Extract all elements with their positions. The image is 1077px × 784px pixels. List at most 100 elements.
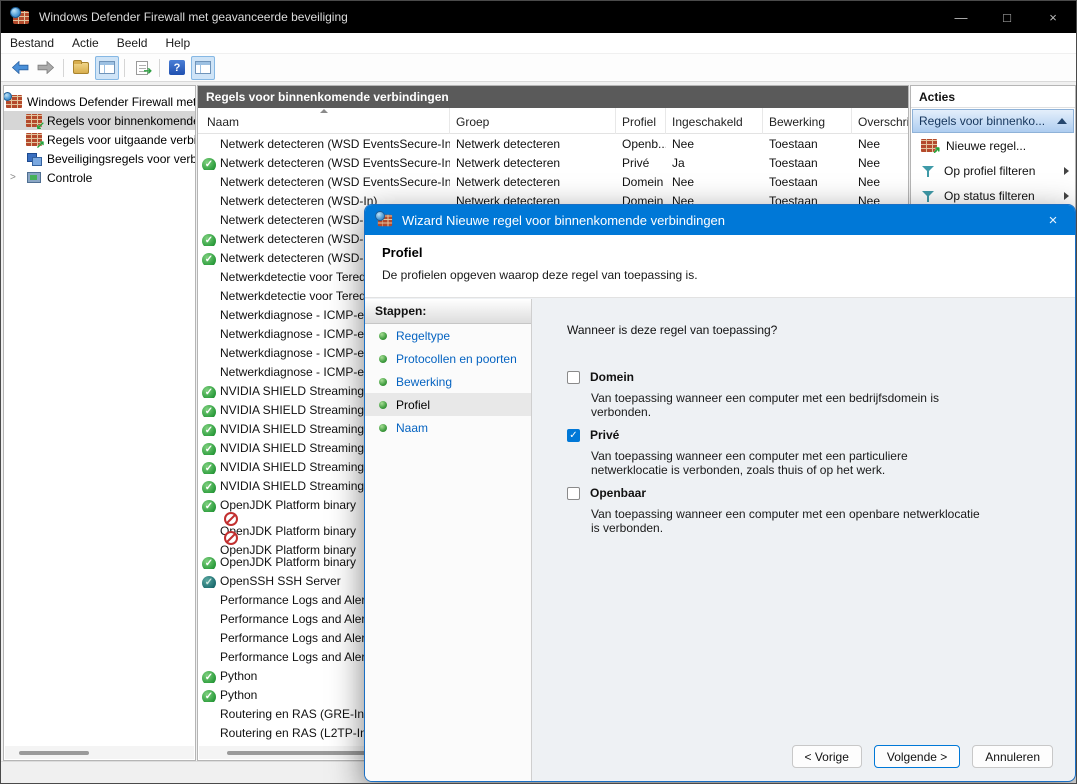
tree-root-label: Windows Defender Firewall met geavanceer… xyxy=(27,94,195,109)
back-button[interactable] xyxy=(8,56,32,80)
allowed-rule-icon xyxy=(202,670,216,683)
list-panel-header: Regels voor binnenkomende verbindingen xyxy=(198,86,908,108)
tree-node-monitoring[interactable]: > Controle xyxy=(4,168,195,187)
wizard-step-regeltype[interactable]: Regeltype xyxy=(365,324,531,347)
wizard-step-bewerking[interactable]: Bewerking xyxy=(365,370,531,393)
tree-security-icon xyxy=(26,152,42,166)
menu-item-actie[interactable]: Actie xyxy=(63,33,108,54)
blocked-rule-icon xyxy=(224,511,238,526)
tree-scrollbar-thumb[interactable] xyxy=(19,751,89,755)
action-item-label: Op profiel filteren xyxy=(944,163,1036,178)
column-header-groep[interactable]: Groep xyxy=(450,107,616,134)
step-bullet-icon xyxy=(379,354,387,363)
next-wizard-button[interactable]: Volgende > xyxy=(873,745,961,768)
profile-option-domein[interactable]: Domein xyxy=(567,370,1075,384)
option-label: Openbaar xyxy=(590,486,647,500)
toolbar-separator xyxy=(124,58,125,77)
title-bar: Windows Defender Firewall met geavanceer… xyxy=(1,1,1076,33)
help-button[interactable]: ? xyxy=(165,56,189,80)
wizard-step-protocollen-en-poorten[interactable]: Protocollen en poorten xyxy=(365,347,531,370)
console-tree-panel: Windows Defender Firewall met geavanceer… xyxy=(3,85,196,761)
rule-name: Netwerk detecteren (WSD-In) xyxy=(220,212,378,227)
rule-name: Netwerk detecteren (WSD EventsSecure-In) xyxy=(220,155,450,170)
cell-overschrijven: Nee xyxy=(858,155,881,170)
rule-name: Netwerk detecteren (WSD EventsSecure-In) xyxy=(220,174,450,189)
rule-name: Performance Logs and Alert xyxy=(220,630,369,645)
domein-checkbox[interactable] xyxy=(567,370,580,384)
column-header-bewerking[interactable]: Bewerking xyxy=(763,107,852,134)
submenu-arrow-icon xyxy=(1064,166,1069,175)
tree-outbound-icon: ↗ xyxy=(26,133,45,149)
cancel-wizard-button[interactable]: Annuleren xyxy=(972,745,1053,768)
openbaar-checkbox[interactable] xyxy=(567,486,580,500)
step-label: Protocollen en poorten xyxy=(396,351,517,366)
cell-groep: Netwerk detecteren xyxy=(456,155,561,170)
rule-name: Python xyxy=(220,687,258,702)
back-wizard-button[interactable]: < Vorige xyxy=(791,745,862,768)
close-button[interactable]: × xyxy=(1030,1,1076,33)
step-bullet-icon xyxy=(379,423,387,432)
tree-horizontal-scrollbar[interactable] xyxy=(5,746,194,759)
table-row[interactable]: Netwerk detecteren (WSD EventsSecure-In)… xyxy=(198,153,908,172)
menu-item-bestand[interactable]: Bestand xyxy=(1,33,63,54)
privé-checkbox[interactable] xyxy=(567,428,580,442)
column-header-overschrijven[interactable]: Overschrijven xyxy=(852,108,908,134)
table-row[interactable]: Netwerk detecteren (WSD EventsSecure-In)… xyxy=(198,134,908,153)
tree-item-label: Controle xyxy=(47,170,93,185)
collapse-section-icon xyxy=(1057,118,1067,124)
wizard-title: Wizard Nieuwe regel voor binnenkomende v… xyxy=(402,212,726,228)
show-console-tree-button[interactable] xyxy=(95,55,119,80)
cell-bewerking: Toestaan xyxy=(769,174,818,189)
menu-item-help[interactable]: Help xyxy=(156,33,199,54)
cell-groep: Netwerk detecteren xyxy=(456,174,561,189)
rule-name: Netwerkdetectie voor Teredo xyxy=(220,288,373,303)
tree-node-inbound[interactable]: ↙Regels voor binnenkomende verbindingen xyxy=(4,111,195,130)
tree-node-security[interactable]: Beveiligingsregels voor verbindingen xyxy=(4,149,195,168)
tree-item-label: Regels voor binnenkomende verbindingen xyxy=(47,113,195,128)
globe-icon xyxy=(4,92,12,101)
table-header: Naam Groep Profiel Ingeschakeld Bewerkin… xyxy=(198,107,908,134)
rule-name: NVIDIA SHIELD Streaming Me xyxy=(220,440,385,455)
rule-name: Python xyxy=(220,668,258,683)
wizard-close-button[interactable]: × xyxy=(1031,205,1075,235)
maximize-button[interactable]: □ xyxy=(984,1,1030,33)
inbound-arrow-icon: ↙ xyxy=(35,120,45,130)
snap-in-button[interactable] xyxy=(69,56,93,80)
column-header-profiel[interactable]: Profiel xyxy=(616,107,666,134)
actions-title: Acties xyxy=(911,86,1075,108)
menu-item-beeld[interactable]: Beeld xyxy=(108,33,157,54)
expander-icon[interactable]: > xyxy=(10,172,16,183)
rule-name: Routering en RAS (GRE-In) xyxy=(220,706,369,721)
toolbar: ? xyxy=(1,54,1076,82)
wizard-title-bar: Wizard Nieuwe regel voor binnenkomende v… xyxy=(365,205,1075,235)
sort-ascending-icon xyxy=(320,109,328,113)
tree-inbound-icon: ↙ xyxy=(26,114,45,130)
allowed-rule-icon xyxy=(202,385,216,398)
tree-node-outbound[interactable]: ↗Regels voor uitgaande verbindingen xyxy=(4,130,195,149)
action-item-nieuwe-regel-[interactable]: Nieuwe regel... xyxy=(911,133,1075,158)
profile-option-privé[interactable]: Privé xyxy=(567,428,1075,442)
table-row[interactable]: Netwerk detecteren (WSD EventsSecure-In)… xyxy=(198,172,908,191)
minimize-button[interactable]: — xyxy=(938,1,984,33)
option-description: Van toepassing wanneer een computer met … xyxy=(591,507,980,535)
option-label: Privé xyxy=(590,428,620,442)
wizard-step-naam[interactable]: Naam xyxy=(365,416,531,439)
wizard-step-profiel[interactable]: Profiel xyxy=(365,393,531,416)
tree-node-root[interactable]: Windows Defender Firewall met geavanceer… xyxy=(4,92,195,111)
wizard-content: Wanneer is deze regel van toepassing? Do… xyxy=(532,299,1075,781)
submenu-arrow-icon xyxy=(1064,191,1069,200)
forward-button[interactable] xyxy=(34,56,58,80)
actions-section-header[interactable]: Regels voor binnenko... xyxy=(912,109,1074,133)
rule-name: NVIDIA SHIELD Streaming Se xyxy=(220,478,383,493)
step-label: Profiel xyxy=(396,397,431,412)
new-rule-icon xyxy=(921,139,937,152)
action-item-op-profiel-filteren[interactable]: Op profiel filteren xyxy=(911,158,1075,183)
column-header-ingeschakeld[interactable]: Ingeschakeld xyxy=(666,107,763,134)
export-list-button[interactable] xyxy=(130,56,154,80)
rule-name: NVIDIA SHIELD Streaming Me xyxy=(220,421,385,436)
profile-option-openbaar[interactable]: Openbaar xyxy=(567,486,1075,500)
wizard-page-header: Profiel De profielen opgeven waarop deze… xyxy=(365,235,1075,298)
show-action-pane-button[interactable] xyxy=(191,55,215,80)
rule-name: Netwerkdetectie voor Teredo xyxy=(220,269,373,284)
rule-name: Performance Logs and Alert xyxy=(220,649,369,664)
